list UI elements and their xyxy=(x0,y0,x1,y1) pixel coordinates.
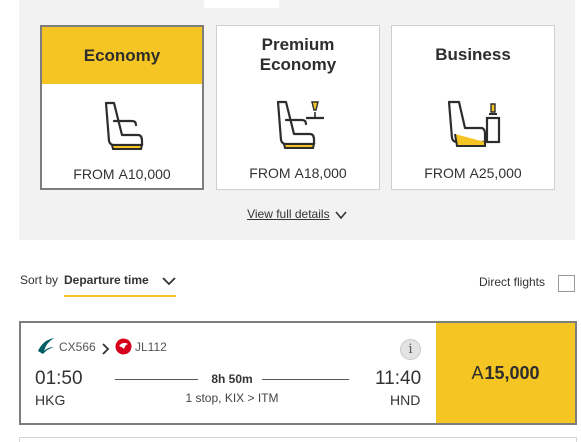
info-icon[interactable]: i xyxy=(400,339,421,360)
cabin-card-premium-economy[interactable]: Premium Economy FROM A18,000 xyxy=(216,25,380,190)
departure-time: 01:50 xyxy=(35,368,83,389)
cabin-name: Business xyxy=(435,45,511,64)
sort-label: Sort by xyxy=(20,273,59,287)
route-line xyxy=(262,379,349,380)
cabin-price: FROM A25,000 xyxy=(424,165,522,181)
flight-number: CX566 xyxy=(59,340,96,354)
cabin-selector-panel: Economy FROM A10,000 Premium Economy FRO… xyxy=(19,0,575,240)
next-flight-result-card[interactable] xyxy=(19,437,577,442)
departure-airport: HKG xyxy=(35,392,66,408)
chevron-right-icon xyxy=(102,343,110,355)
flight-price: 15,000 xyxy=(484,362,540,383)
japan-airlines-logo-icon xyxy=(115,338,132,360)
cabin-name: Premium Economy xyxy=(259,35,337,74)
arrival-airport: HND xyxy=(390,392,421,408)
active-tab-indicator xyxy=(204,0,279,8)
direct-flights-checkbox[interactable] xyxy=(558,275,575,292)
premium-economy-seat-icon xyxy=(268,96,328,156)
flight-result-card[interactable]: CX566 JL112 i 01:50 HKG 8h 50m 1 stop, K… xyxy=(19,321,577,425)
cabin-price: FROM A10,000 xyxy=(73,166,171,182)
cabin-card-economy[interactable]: Economy FROM A10,000 xyxy=(40,25,204,190)
chevron-down-icon xyxy=(162,277,176,286)
direct-flights-label: Direct flights xyxy=(479,275,546,289)
flight-stops: 1 stop, KIX > ITM xyxy=(185,391,279,405)
flight-number: JL112 xyxy=(135,340,167,354)
cabin-card-business[interactable]: Business FROM A25,000 xyxy=(391,25,555,190)
sort-select[interactable]: Departure time xyxy=(64,271,176,297)
chevron-down-icon xyxy=(335,211,347,220)
cathay-pacific-logo-icon xyxy=(37,337,55,360)
cabin-name: Economy xyxy=(42,27,202,84)
arrival-time: 11:40 xyxy=(375,368,422,389)
cabin-price: FROM A18,000 xyxy=(249,165,347,181)
sort-select-value: Departure time xyxy=(64,273,149,287)
flight-price-button[interactable]: A 15,000 xyxy=(436,323,575,423)
economy-seat-icon xyxy=(92,97,152,157)
business-seat-icon xyxy=(443,96,503,156)
view-full-details-link[interactable]: View full details xyxy=(19,207,575,221)
